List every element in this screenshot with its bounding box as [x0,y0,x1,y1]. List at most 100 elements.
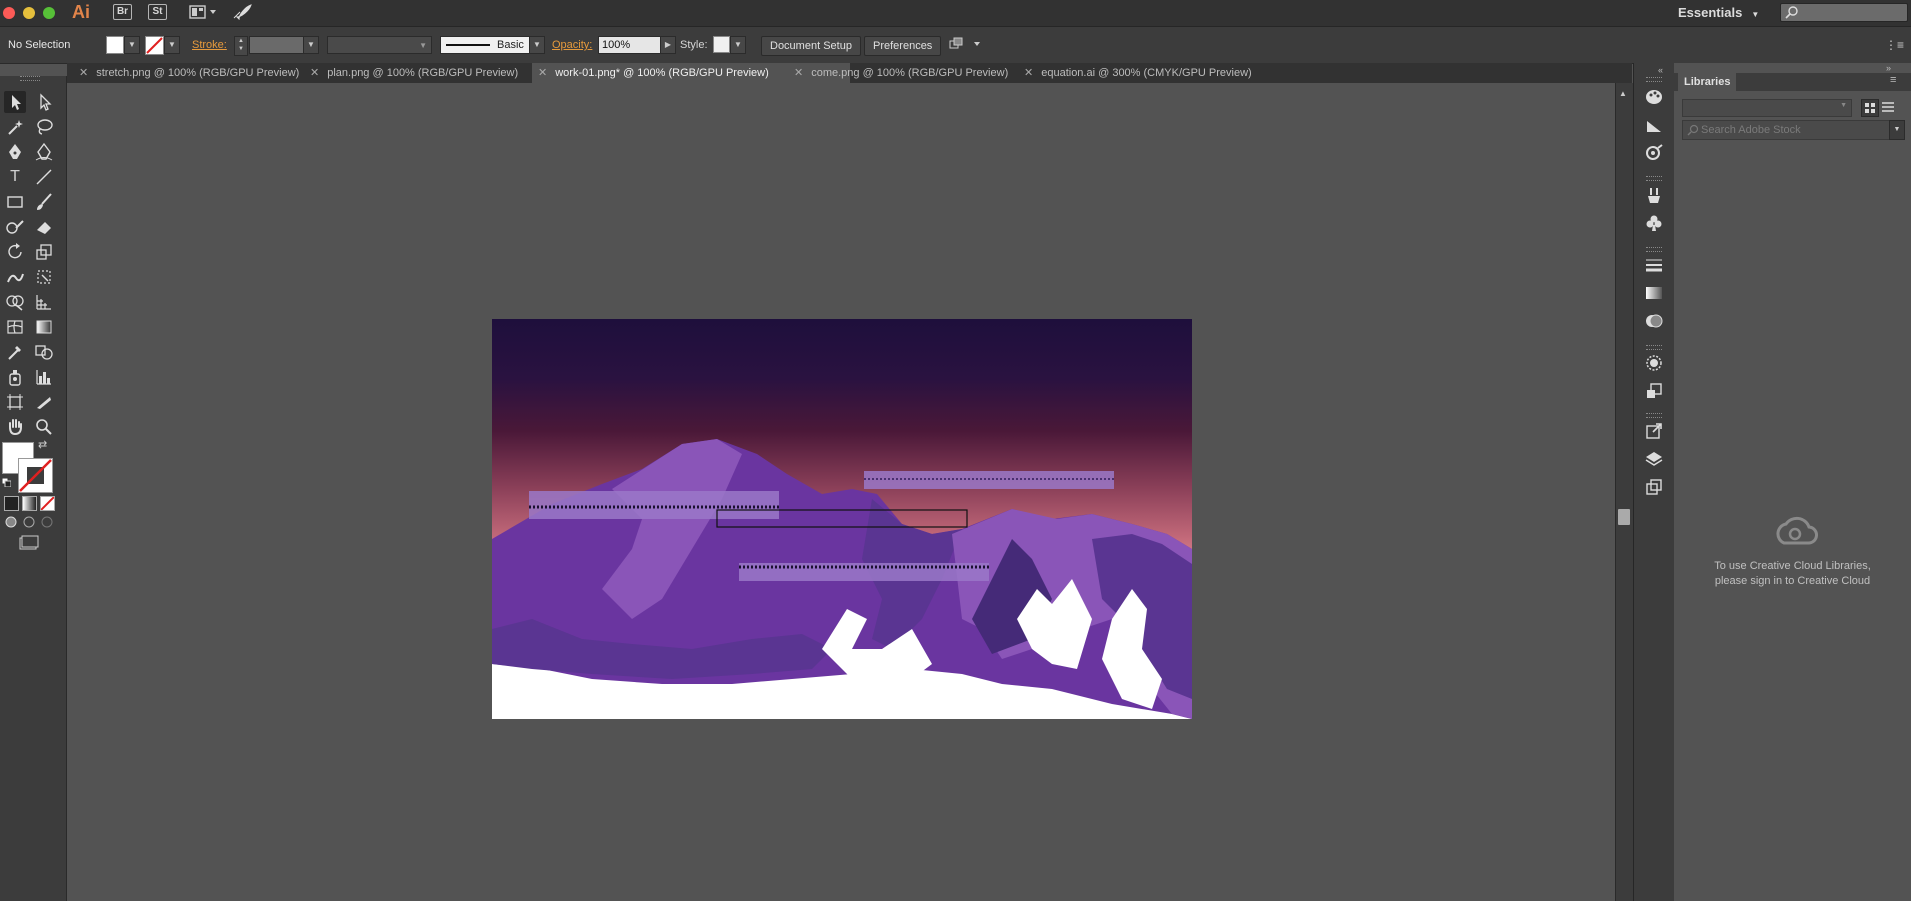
blend-tool[interactable] [33,341,55,363]
draw-inside-button[interactable] [40,516,54,528]
type-tool[interactable]: T [4,166,26,188]
eyedropper-tool[interactable] [4,341,26,363]
grid-view-button[interactable] [1861,99,1879,117]
control-bar-menu-icon[interactable]: ⋮≡ [1885,36,1904,54]
artboard-tool[interactable] [4,391,26,413]
stroke-weight-field[interactable] [249,36,304,54]
shaper-tool[interactable] [4,216,26,238]
variable-width-profile[interactable]: ▼ [327,36,432,54]
close-tab-icon[interactable]: ✕ [310,67,319,79]
stroke-panel-button[interactable] [1644,255,1664,275]
dock-grip[interactable] [1646,176,1662,181]
opacity-input[interactable]: 100% [598,36,663,54]
vertical-scrollbar[interactable]: ▲ [1615,83,1633,901]
hand-tool[interactable] [4,416,26,438]
document-tab-equation[interactable]: ✕ equation.ai @ 300% (CMYK/GPU Preview) [1018,63,1304,83]
paintbrush-tool[interactable] [33,191,55,213]
bridge-button[interactable]: Br [113,3,132,21]
free-transform-tool[interactable] [33,266,55,288]
swap-fill-stroke-icon[interactable]: ⇄ [38,438,47,451]
fill-swatch[interactable] [106,36,124,54]
warp-tool[interactable] [4,266,26,288]
stroke-color-box[interactable] [18,458,53,493]
opacity-label[interactable]: Opacity: [552,36,592,54]
selection-tool[interactable] [4,91,26,113]
direct-selection-tool[interactable] [33,91,55,113]
color-panel-button[interactable] [1644,87,1664,107]
libraries-tab[interactable]: Libraries [1678,73,1737,91]
screen-mode-button[interactable] [18,535,40,551]
collapse-panel-icon[interactable]: » [1886,63,1891,73]
none-mode-button[interactable] [40,496,55,511]
layers-panel-button[interactable] [1644,449,1664,469]
eraser-tool[interactable] [33,216,55,238]
library-selector[interactable]: ▼ [1682,99,1852,117]
brush-definition[interactable]: Basic [440,36,530,54]
opacity-flyout[interactable]: ▶ [660,36,676,54]
dock-grip[interactable] [1646,413,1662,418]
lasso-tool[interactable] [33,116,55,138]
appearance-panel-button[interactable] [1644,353,1664,373]
gradient-panel-button[interactable] [1644,283,1664,303]
transparency-panel-button[interactable] [1644,311,1664,331]
stroke-weight-stepper[interactable]: ▲ ▼ [234,36,248,56]
symbols-button[interactable] [1644,213,1664,233]
rectangle-tool[interactable] [4,191,26,213]
collapse-dock-icon[interactable]: « [1658,65,1663,75]
draw-behind-button[interactable] [22,516,36,528]
close-tab-icon[interactable]: ✕ [1024,67,1033,79]
panel-menu-icon[interactable]: ≡ [1890,74,1896,86]
gpu-performance-button[interactable] [232,3,252,21]
scrollbar-thumb[interactable] [1618,509,1630,525]
adobe-stock-search-input[interactable]: Search Adobe Stock [1682,120,1890,140]
rotate-tool[interactable] [4,241,26,263]
draw-normal-button[interactable] [4,516,18,528]
color-mode-button[interactable] [4,496,19,511]
list-view-button[interactable] [1880,99,1896,115]
workspace-switcher[interactable]: Essentials ▼ [1678,3,1759,23]
appearance-button[interactable] [1644,143,1664,163]
stroke-swatch[interactable] [145,36,164,55]
magic-wand-tool[interactable] [4,116,26,138]
stroke-dropdown[interactable]: ▼ [164,36,180,54]
arrange-menu-button[interactable] [948,36,982,54]
graphic-style-dropdown[interactable]: ▼ [730,36,746,54]
close-window-button[interactable] [3,7,15,19]
dock-grip[interactable] [1646,345,1662,350]
fill-dropdown[interactable]: ▼ [124,36,140,54]
minimize-window-button[interactable] [23,7,35,19]
symbol-sprayer-tool[interactable] [4,366,26,388]
gradient-mode-button[interactable] [22,496,37,511]
preferences-button[interactable]: Preferences [864,36,942,56]
default-fill-stroke-icon[interactable] [1,477,12,488]
stroke-weight-dropdown[interactable]: ▼ [303,36,319,54]
color-guide-button[interactable] [1644,115,1664,135]
perspective-grid-tool[interactable] [33,291,55,313]
arrange-documents-button[interactable] [189,3,217,21]
zoom-tool[interactable] [33,416,55,438]
graphic-style-swatch[interactable] [713,36,730,53]
shape-builder-tool[interactable] [4,291,26,313]
pen-tool[interactable] [4,141,26,163]
stock-button[interactable]: St [148,3,167,21]
scale-tool[interactable] [33,241,55,263]
brushes-button[interactable] [1644,185,1664,205]
mesh-tool[interactable] [4,316,26,338]
slice-tool[interactable] [33,391,55,413]
column-graph-tool[interactable] [33,366,55,388]
scroll-up-arrow-icon[interactable]: ▲ [1619,89,1627,98]
artboards-panel-button[interactable] [1644,477,1664,497]
document-setup-button[interactable]: Document Setup [761,36,861,56]
close-tab-icon[interactable]: ✕ [538,67,547,79]
stock-search-dropdown[interactable]: ▼ [1889,120,1905,140]
close-tab-icon[interactable]: ✕ [79,67,88,79]
document-tab-stretch[interactable]: ✕ stretch.png @ 100% (RGB/GPU Preview) [73,63,310,83]
export-panel-button[interactable] [1644,421,1664,441]
gradient-tool[interactable] [33,316,55,338]
document-tab-come[interactable]: ✕ come.png @ 100% (RGB/GPU Preview) [788,63,1030,83]
artboard[interactable] [492,319,1192,719]
stroke-label[interactable]: Stroke: [192,36,227,54]
dock-grip[interactable] [1646,77,1662,82]
dock-grip[interactable] [1646,247,1662,252]
close-tab-icon[interactable]: ✕ [794,67,803,79]
